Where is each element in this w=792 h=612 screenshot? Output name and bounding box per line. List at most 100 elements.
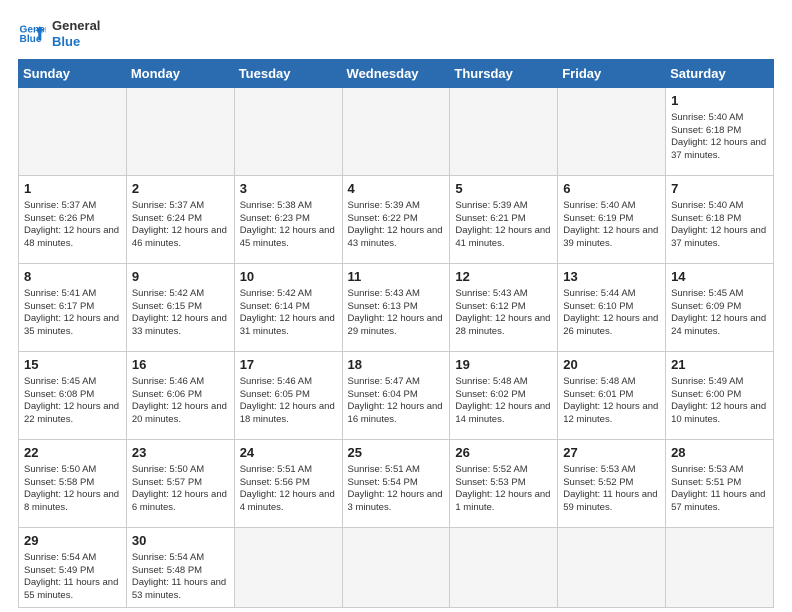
day-number: 18 bbox=[348, 356, 445, 374]
calendar-day: 16 Sunrise: 5:46 AMSunset: 6:06 PMDayligh… bbox=[126, 352, 234, 440]
day-info: Sunrise: 5:41 AMSunset: 6:17 PMDaylight:… bbox=[24, 288, 121, 339]
day-number: 13 bbox=[563, 268, 660, 286]
day-info: Sunrise: 5:47 AMSunset: 6:04 PMDaylight:… bbox=[348, 376, 445, 427]
day-number: 28 bbox=[671, 444, 768, 462]
day-info: Sunrise: 5:42 AMSunset: 6:14 PMDaylight:… bbox=[240, 288, 337, 339]
day-number: 17 bbox=[240, 356, 337, 374]
calendar-day: 30 Sunrise: 5:54 AMSunset: 5:48 PMDayligh… bbox=[126, 528, 234, 608]
calendar-day: 13Sunrise: 5:44 AMSunset: 6:10 PMDayligh… bbox=[558, 264, 666, 352]
calendar-week-1: 1 Sunrise: 5:37 AMSunset: 6:26 PMDaylight… bbox=[19, 176, 774, 264]
calendar-day: 23Sunrise: 5:50 AMSunset: 5:57 PMDayligh… bbox=[126, 440, 234, 528]
day-number: 12 bbox=[455, 268, 552, 286]
day-info: Sunrise: 5:49 AMSunset: 6:00 PMDaylight:… bbox=[671, 376, 768, 427]
day-number: 24 bbox=[240, 444, 337, 462]
calendar-day: 21 Sunrise: 5:49 AMSunset: 6:00 PMDayligh… bbox=[666, 352, 774, 440]
day-number: 6 bbox=[563, 180, 660, 198]
day-number: 7 bbox=[671, 180, 768, 198]
day-header-friday: Friday bbox=[558, 60, 666, 88]
day-info: Sunrise: 5:54 AMSunset: 5:48 PMDaylight:… bbox=[132, 552, 229, 603]
day-number: 1 bbox=[24, 180, 121, 198]
day-number: 22 bbox=[24, 444, 121, 462]
day-info: Sunrise: 5:54 AMSunset: 5:49 PMDaylight:… bbox=[24, 552, 121, 603]
calendar-day: 1Sunrise: 5:40 AMSunset: 6:18 PMDaylight… bbox=[666, 88, 774, 176]
calendar-body: 1 Sunrise: 5:40 AMSunset: 6:18 PMDaylight… bbox=[19, 88, 774, 608]
logo-general: General bbox=[52, 18, 100, 34]
day-number: 20 bbox=[563, 356, 660, 374]
day-number: 14 bbox=[671, 268, 768, 286]
day-header-tuesday: Tuesday bbox=[234, 60, 342, 88]
day-number: 2 bbox=[132, 180, 229, 198]
day-number: 30 bbox=[132, 532, 229, 550]
day-number: 16 bbox=[132, 356, 229, 374]
day-header-sunday: Sunday bbox=[19, 60, 127, 88]
calendar-week-3: 15 Sunrise: 5:45 AMSunset: 6:08 PMDayligh… bbox=[19, 352, 774, 440]
logo-icon: General Blue bbox=[18, 20, 46, 48]
day-info: Sunrise: 5:51 AMSunset: 5:56 PMDaylight:… bbox=[240, 464, 337, 515]
day-info: Sunrise: 5:43 AMSunset: 6:12 PMDaylight:… bbox=[455, 288, 552, 339]
calendar-day: 24 Sunrise: 5:51 AMSunset: 5:56 PMDayligh… bbox=[234, 440, 342, 528]
day-number: 11 bbox=[348, 268, 445, 286]
day-number: 25 bbox=[348, 444, 445, 462]
day-number: 26 bbox=[455, 444, 552, 462]
calendar-day: 28Sunrise: 5:53 AMSunset: 5:51 PMDayligh… bbox=[666, 440, 774, 528]
calendar-day: 4Sunrise: 5:39 AMSunset: 6:22 PMDaylight… bbox=[342, 176, 450, 264]
calendar-day bbox=[666, 528, 774, 608]
day-number: 9 bbox=[132, 268, 229, 286]
day-number: 21 bbox=[671, 356, 768, 374]
day-number: 3 bbox=[240, 180, 337, 198]
day-header-thursday: Thursday bbox=[450, 60, 558, 88]
calendar-day bbox=[126, 88, 234, 176]
day-info: Sunrise: 5:53 AMSunset: 5:52 PMDaylight:… bbox=[563, 464, 660, 515]
day-info: Sunrise: 5:37 AMSunset: 6:26 PMDaylight:… bbox=[24, 200, 121, 251]
calendar-day: 15 Sunrise: 5:45 AMSunset: 6:08 PMDayligh… bbox=[19, 352, 127, 440]
day-info: Sunrise: 5:43 AMSunset: 6:13 PMDaylight:… bbox=[348, 288, 445, 339]
calendar-week-4: 22 Sunrise: 5:50 AMSunset: 5:58 PMDayligh… bbox=[19, 440, 774, 528]
day-number: 8 bbox=[24, 268, 121, 286]
calendar-day: 19Sunrise: 5:48 AMSunset: 6:02 PMDayligh… bbox=[450, 352, 558, 440]
day-header-monday: Monday bbox=[126, 60, 234, 88]
day-header-saturday: Saturday bbox=[666, 60, 774, 88]
calendar-day bbox=[450, 88, 558, 176]
day-number: 10 bbox=[240, 268, 337, 286]
day-info: Sunrise: 5:40 AMSunset: 6:19 PMDaylight:… bbox=[563, 200, 660, 251]
calendar-week-0: 1Sunrise: 5:40 AMSunset: 6:18 PMDaylight… bbox=[19, 88, 774, 176]
calendar-day: 1 Sunrise: 5:37 AMSunset: 6:26 PMDaylight… bbox=[19, 176, 127, 264]
calendar-day bbox=[234, 528, 342, 608]
day-info: Sunrise: 5:51 AMSunset: 5:54 PMDaylight:… bbox=[348, 464, 445, 515]
day-info: Sunrise: 5:40 AMSunset: 6:18 PMDaylight:… bbox=[671, 200, 768, 251]
day-info: Sunrise: 5:42 AMSunset: 6:15 PMDaylight:… bbox=[132, 288, 229, 339]
logo-blue: Blue bbox=[52, 34, 100, 50]
calendar-day: 27Sunrise: 5:53 AMSunset: 5:52 PMDayligh… bbox=[558, 440, 666, 528]
calendar-page: General Blue General Blue SundayMondayTu… bbox=[0, 0, 792, 612]
day-info: Sunrise: 5:45 AMSunset: 6:09 PMDaylight:… bbox=[671, 288, 768, 339]
day-info: Sunrise: 5:48 AMSunset: 6:02 PMDaylight:… bbox=[455, 376, 552, 427]
day-info: Sunrise: 5:52 AMSunset: 5:53 PMDaylight:… bbox=[455, 464, 552, 515]
day-info: Sunrise: 5:50 AMSunset: 5:57 PMDaylight:… bbox=[132, 464, 229, 515]
calendar-day: 20Sunrise: 5:48 AMSunset: 6:01 PMDayligh… bbox=[558, 352, 666, 440]
day-info: Sunrise: 5:50 AMSunset: 5:58 PMDaylight:… bbox=[24, 464, 121, 515]
calendar-table: SundayMondayTuesdayWednesdayThursdayFrid… bbox=[18, 59, 774, 608]
calendar-header-row: SundayMondayTuesdayWednesdayThursdayFrid… bbox=[19, 60, 774, 88]
day-info: Sunrise: 5:40 AMSunset: 6:18 PMDaylight:… bbox=[671, 112, 768, 163]
calendar-day bbox=[558, 88, 666, 176]
calendar-day: 14 Sunrise: 5:45 AMSunset: 6:09 PMDayligh… bbox=[666, 264, 774, 352]
day-number: 5 bbox=[455, 180, 552, 198]
calendar-day: 29Sunrise: 5:54 AMSunset: 5:49 PMDayligh… bbox=[19, 528, 127, 608]
calendar-day bbox=[342, 88, 450, 176]
calendar-day: 17Sunrise: 5:46 AMSunset: 6:05 PMDayligh… bbox=[234, 352, 342, 440]
calendar-day: 25 Sunrise: 5:51 AMSunset: 5:54 PMDayligh… bbox=[342, 440, 450, 528]
calendar-day bbox=[450, 528, 558, 608]
day-info: Sunrise: 5:39 AMSunset: 6:22 PMDaylight:… bbox=[348, 200, 445, 251]
day-info: Sunrise: 5:45 AMSunset: 6:08 PMDaylight:… bbox=[24, 376, 121, 427]
calendar-day bbox=[19, 88, 127, 176]
calendar-day: 7 Sunrise: 5:40 AMSunset: 6:18 PMDaylight… bbox=[666, 176, 774, 264]
calendar-day: 26 Sunrise: 5:52 AMSunset: 5:53 PMDayligh… bbox=[450, 440, 558, 528]
calendar-day bbox=[342, 528, 450, 608]
header: General Blue General Blue bbox=[18, 18, 774, 49]
day-info: Sunrise: 5:46 AMSunset: 6:06 PMDaylight:… bbox=[132, 376, 229, 427]
day-number: 15 bbox=[24, 356, 121, 374]
day-header-wednesday: Wednesday bbox=[342, 60, 450, 88]
calendar-day: 9 Sunrise: 5:42 AMSunset: 6:15 PMDaylight… bbox=[126, 264, 234, 352]
calendar-week-2: 8 Sunrise: 5:41 AMSunset: 6:17 PMDaylight… bbox=[19, 264, 774, 352]
day-info: Sunrise: 5:38 AMSunset: 6:23 PMDaylight:… bbox=[240, 200, 337, 251]
